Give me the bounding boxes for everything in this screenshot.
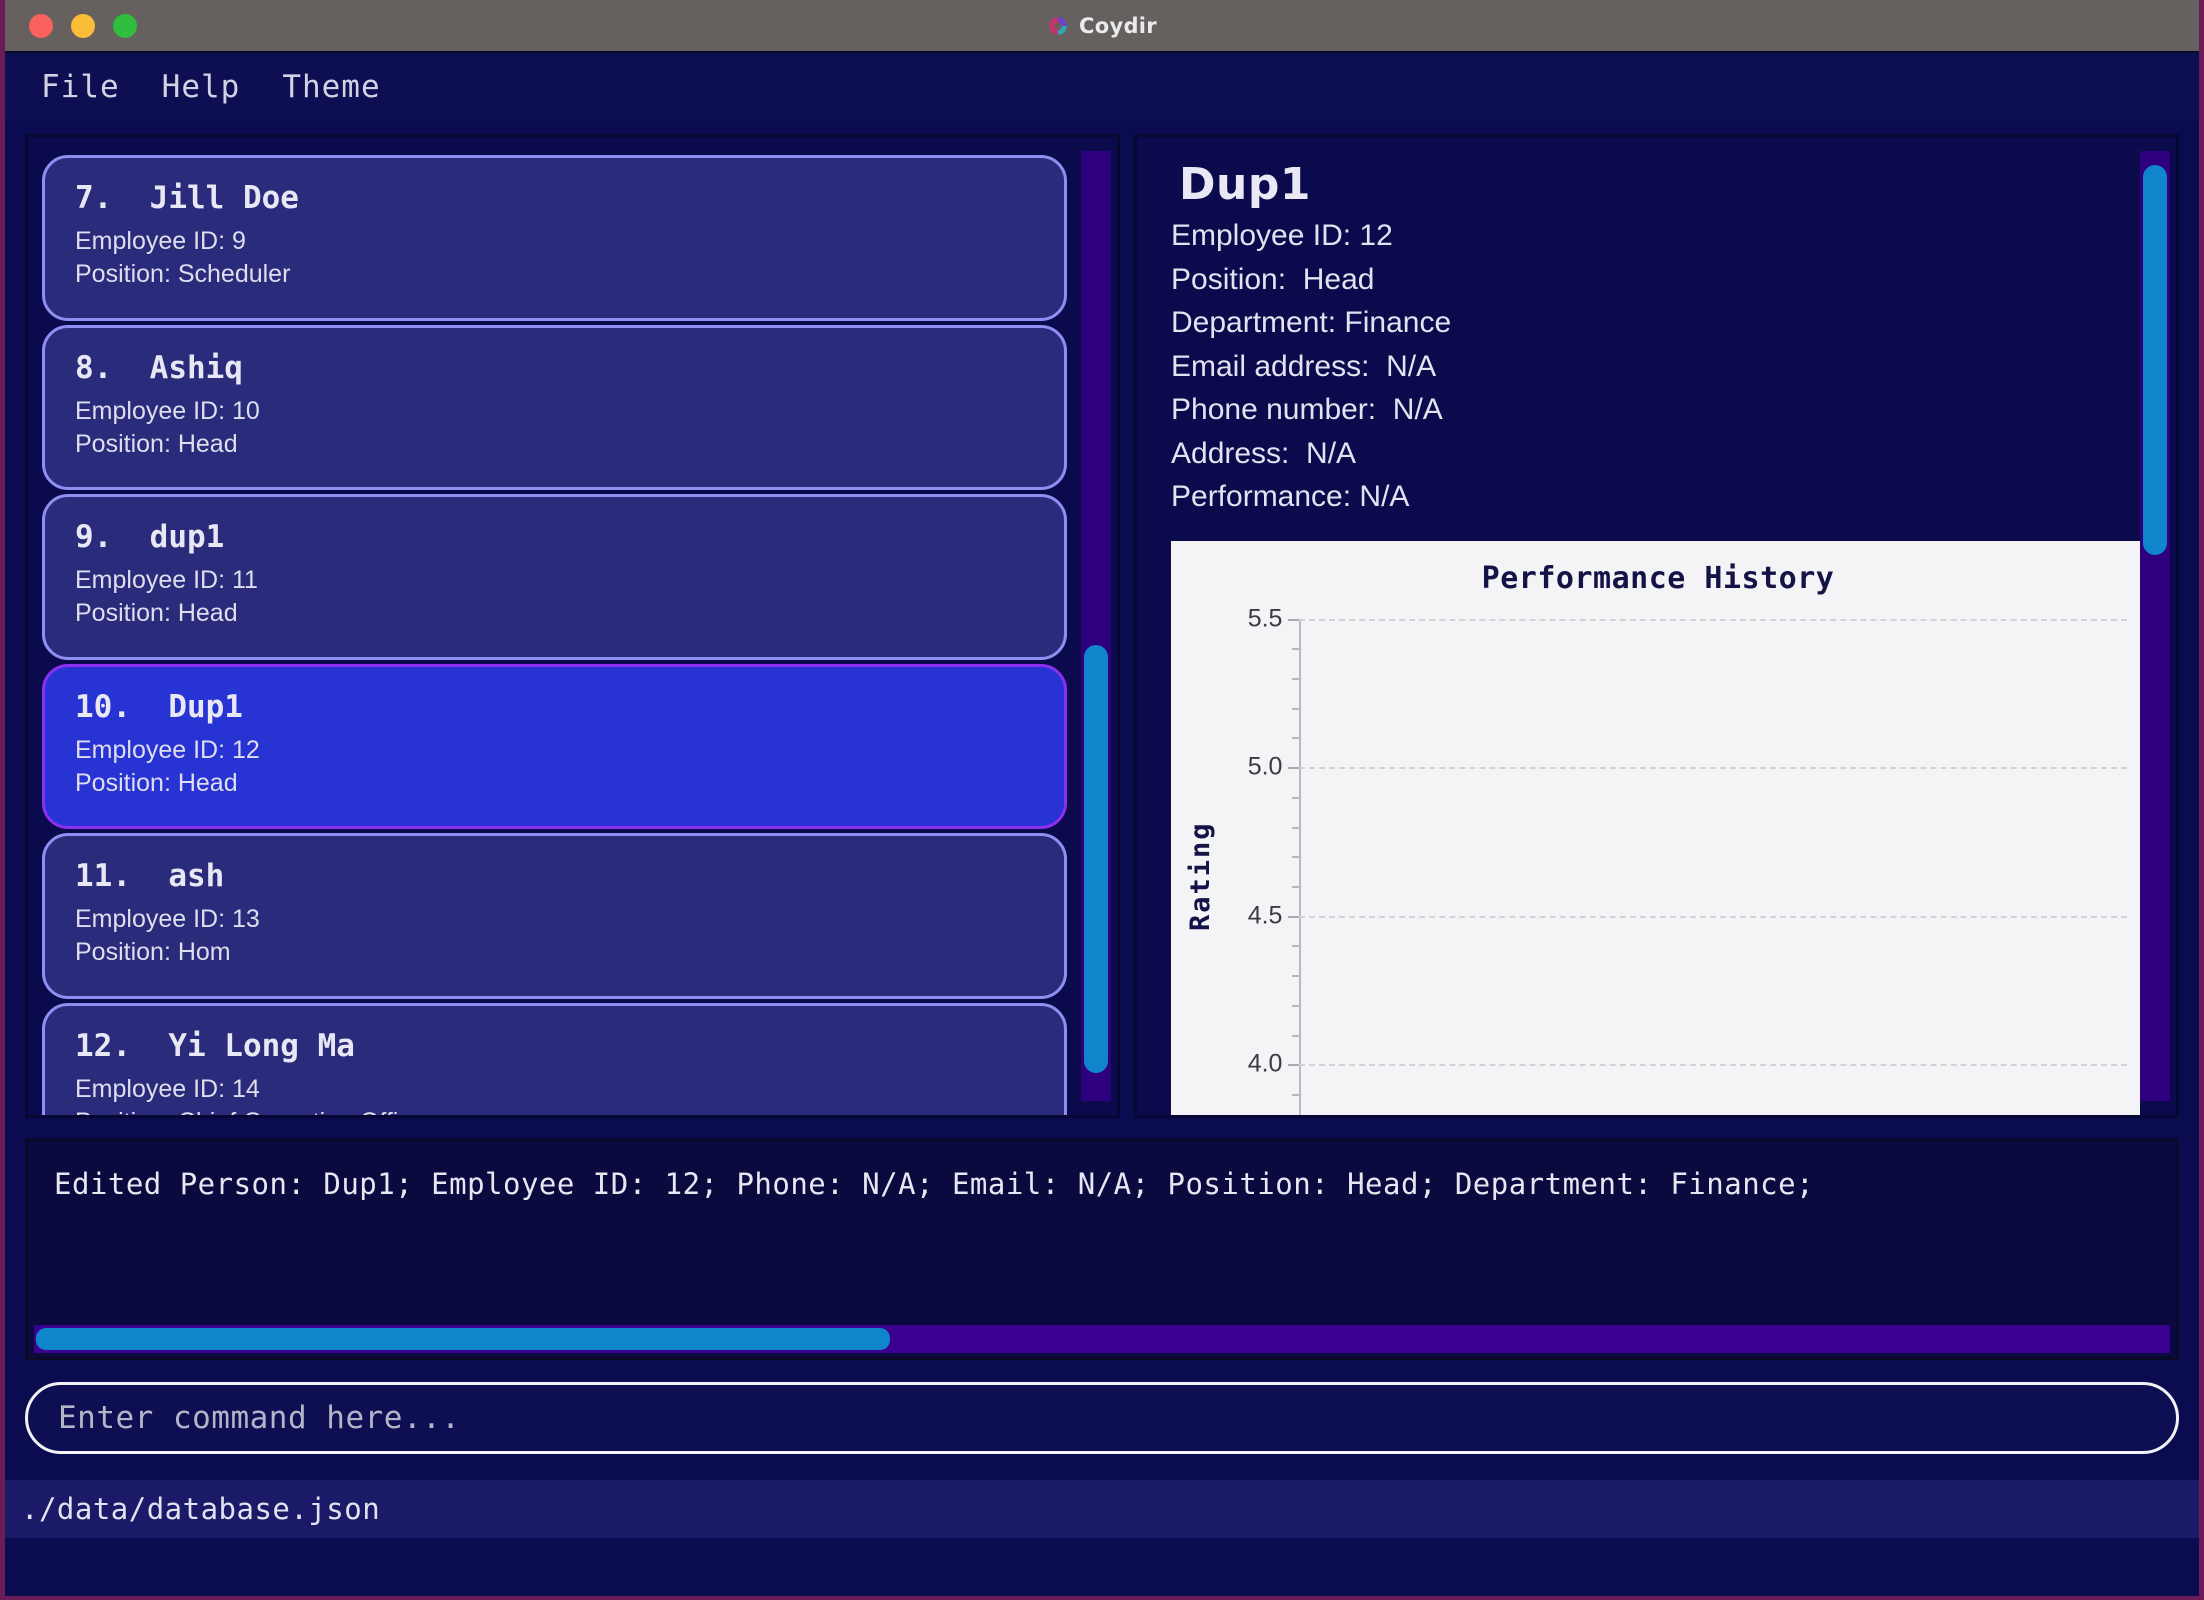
list-item[interactable]: 7. Jill Doe Employee ID: 9 Position: Sch… [42, 155, 1067, 321]
traffic-light-group [29, 13, 137, 38]
chart-y-minor-tick [1292, 975, 1299, 978]
person-card-title: 10. Dup1 [75, 688, 243, 725]
chart-gridline [1299, 618, 2127, 621]
chart-y-axis-spine [1299, 618, 1301, 1115]
person-list[interactable]: 7. Jill Doe Employee ID: 9 Position: Sch… [28, 137, 1081, 1115]
list-item[interactable]: 8. Ashiq Employee ID: 10 Position: Head [42, 324, 1067, 490]
menu-bar: File Help Theme [5, 53, 2199, 120]
person-detail-body: Dup1 Employee ID: 12 Position: Head Depa… [1137, 137, 2140, 1115]
person-detail-panel: Dup1 Employee ID: 12 Position: Head Depa… [1134, 134, 2179, 1118]
detail-email-address: Email address: N/A [1171, 349, 1437, 383]
person-card-title: 11. ash [75, 858, 225, 894]
chart-plot-area: 5.55.04.54.03.53.02.52.0 [1248, 604, 2127, 1115]
person-card-employee-id: Employee ID: 14 [75, 1074, 260, 1103]
person-card-employee-id: Employee ID: 12 [75, 735, 260, 764]
person-card-title: 7. Jill Doe [75, 180, 299, 216]
person-card-title: 8. Ashiq [75, 349, 243, 386]
chart-gridline [1299, 767, 2127, 770]
detail-phone-number: Phone number: N/A [1171, 393, 1443, 426]
performance-history-chart: Performance History Rating 5.55.04.54.03… [1171, 540, 2140, 1115]
menu-item-help[interactable]: Help [162, 69, 241, 105]
chart-y-minor-tick [1292, 796, 1299, 799]
person-list-panel: 7. Jill Doe Employee ID: 9 Position: Sch… [25, 134, 1120, 1118]
maximize-window-icon[interactable] [113, 13, 137, 38]
scrollbar-thumb[interactable] [2143, 165, 2167, 555]
person-card-employee-id: Employee ID: 11 [75, 566, 258, 594]
command-box[interactable] [25, 1382, 2179, 1454]
result-display-scrollbar[interactable] [34, 1325, 2170, 1353]
scrollbar-thumb[interactable] [1084, 645, 1108, 1073]
scrollbar-thumb[interactable] [36, 1328, 891, 1350]
chart-title: Performance History [1481, 560, 1835, 596]
person-card-title: 12. Yi Long Ma [75, 1027, 355, 1064]
person-card-position: Position: Head [75, 599, 238, 628]
chart-y-minor-tick [1292, 826, 1299, 829]
result-display-panel: Edited Person: Dup1; Employee ID: 12; Ph… [25, 1138, 2179, 1360]
person-card-title: 9. dup1 [75, 519, 225, 555]
list-item-selected[interactable]: 10. Dup1 Employee ID: 12 Position: Head [42, 663, 1067, 829]
chart-y-tick-label: 5.5 [1247, 604, 1283, 632]
chart-y-major-tick [1288, 915, 1299, 918]
detail-performance: Performance: N/A [1171, 480, 1410, 513]
menu-item-file[interactable]: File [41, 69, 120, 105]
window-titlebar: Coydir [5, 0, 2199, 53]
chart-y-major-tick [1288, 618, 1299, 621]
main-content: 7. Jill Doe Employee ID: 9 Position: Sch… [5, 120, 2199, 1134]
detail-employee-id: Employee ID: 12 [1171, 219, 1393, 252]
status-bar-path: ./data/database.json [21, 1492, 381, 1526]
detail-address: Address: N/A [1171, 436, 1357, 470]
chart-y-minor-tick [1292, 1034, 1299, 1037]
chart-y-minor-tick [1292, 648, 1299, 651]
list-item[interactable]: 11. ash Employee ID: 13 Position: Hom [42, 833, 1067, 999]
app-window: Coydir File Help Theme 7. Jill Doe Emplo… [0, 0, 2204, 1600]
chart-y-minor-tick [1292, 856, 1299, 859]
chart-y-minor-tick [1292, 677, 1299, 680]
chart-y-minor-tick [1292, 1093, 1299, 1096]
person-card-position: Position: Head [75, 429, 238, 458]
chart-y-tick-label: 5.0 [1247, 752, 1283, 781]
chart-y-minor-tick [1292, 885, 1299, 888]
coydir-c-logo-icon [1049, 16, 1067, 35]
status-bar: ./data/database.json [5, 1480, 2199, 1538]
person-card-employee-id: Employee ID: 10 [75, 396, 260, 425]
person-card-position: Position: Chief Operating Officer [75, 1106, 1034, 1115]
list-item[interactable]: 9. dup1 Employee ID: 11 Position: Head [42, 494, 1067, 660]
person-card-position: Position: Head [75, 768, 238, 797]
minimize-window-icon[interactable] [71, 13, 95, 38]
chart-y-major-tick [1288, 767, 1299, 770]
command-input[interactable] [58, 1400, 2146, 1436]
chart-y-minor-tick [1292, 737, 1299, 740]
person-card-employee-id: Employee ID: 13 [75, 905, 260, 933]
window-title-group: Coydir [5, 14, 2199, 38]
menu-item-theme[interactable]: Theme [282, 69, 380, 105]
chart-y-axis-label: Rating [1185, 820, 1216, 931]
list-item[interactable]: 12. Yi Long Ma Employee ID: 14 Position:… [42, 1002, 1067, 1115]
person-card-employee-id: Employee ID: 9 [75, 227, 246, 255]
result-display-text: Edited Person: Dup1; Employee ID: 12; Ph… [54, 1167, 1815, 1201]
close-window-icon[interactable] [29, 13, 53, 38]
chart-gridline [1299, 915, 2127, 918]
window-title: Coydir [1079, 13, 1157, 38]
chart-gridline [1299, 1064, 2127, 1067]
chart-y-minor-tick [1292, 1004, 1299, 1007]
chart-y-minor-tick [1292, 707, 1299, 710]
detail-position: Position: Head [1171, 262, 1375, 296]
person-card-position: Position: Scheduler [75, 260, 291, 289]
detail-department: Department: Finance [1171, 306, 1452, 339]
chart-y-minor-tick [1292, 945, 1299, 948]
person-card-position: Position: Hom [75, 938, 231, 967]
person-detail-scrollbar[interactable] [2140, 151, 2170, 1101]
person-list-scrollbar[interactable] [1081, 151, 1111, 1101]
chart-y-tick-label: 4.0 [1247, 1049, 1283, 1078]
chart-y-tick-label: 4.5 [1247, 901, 1283, 930]
chart-y-major-tick [1288, 1064, 1299, 1067]
page-title: Dup1 [1179, 159, 1311, 210]
